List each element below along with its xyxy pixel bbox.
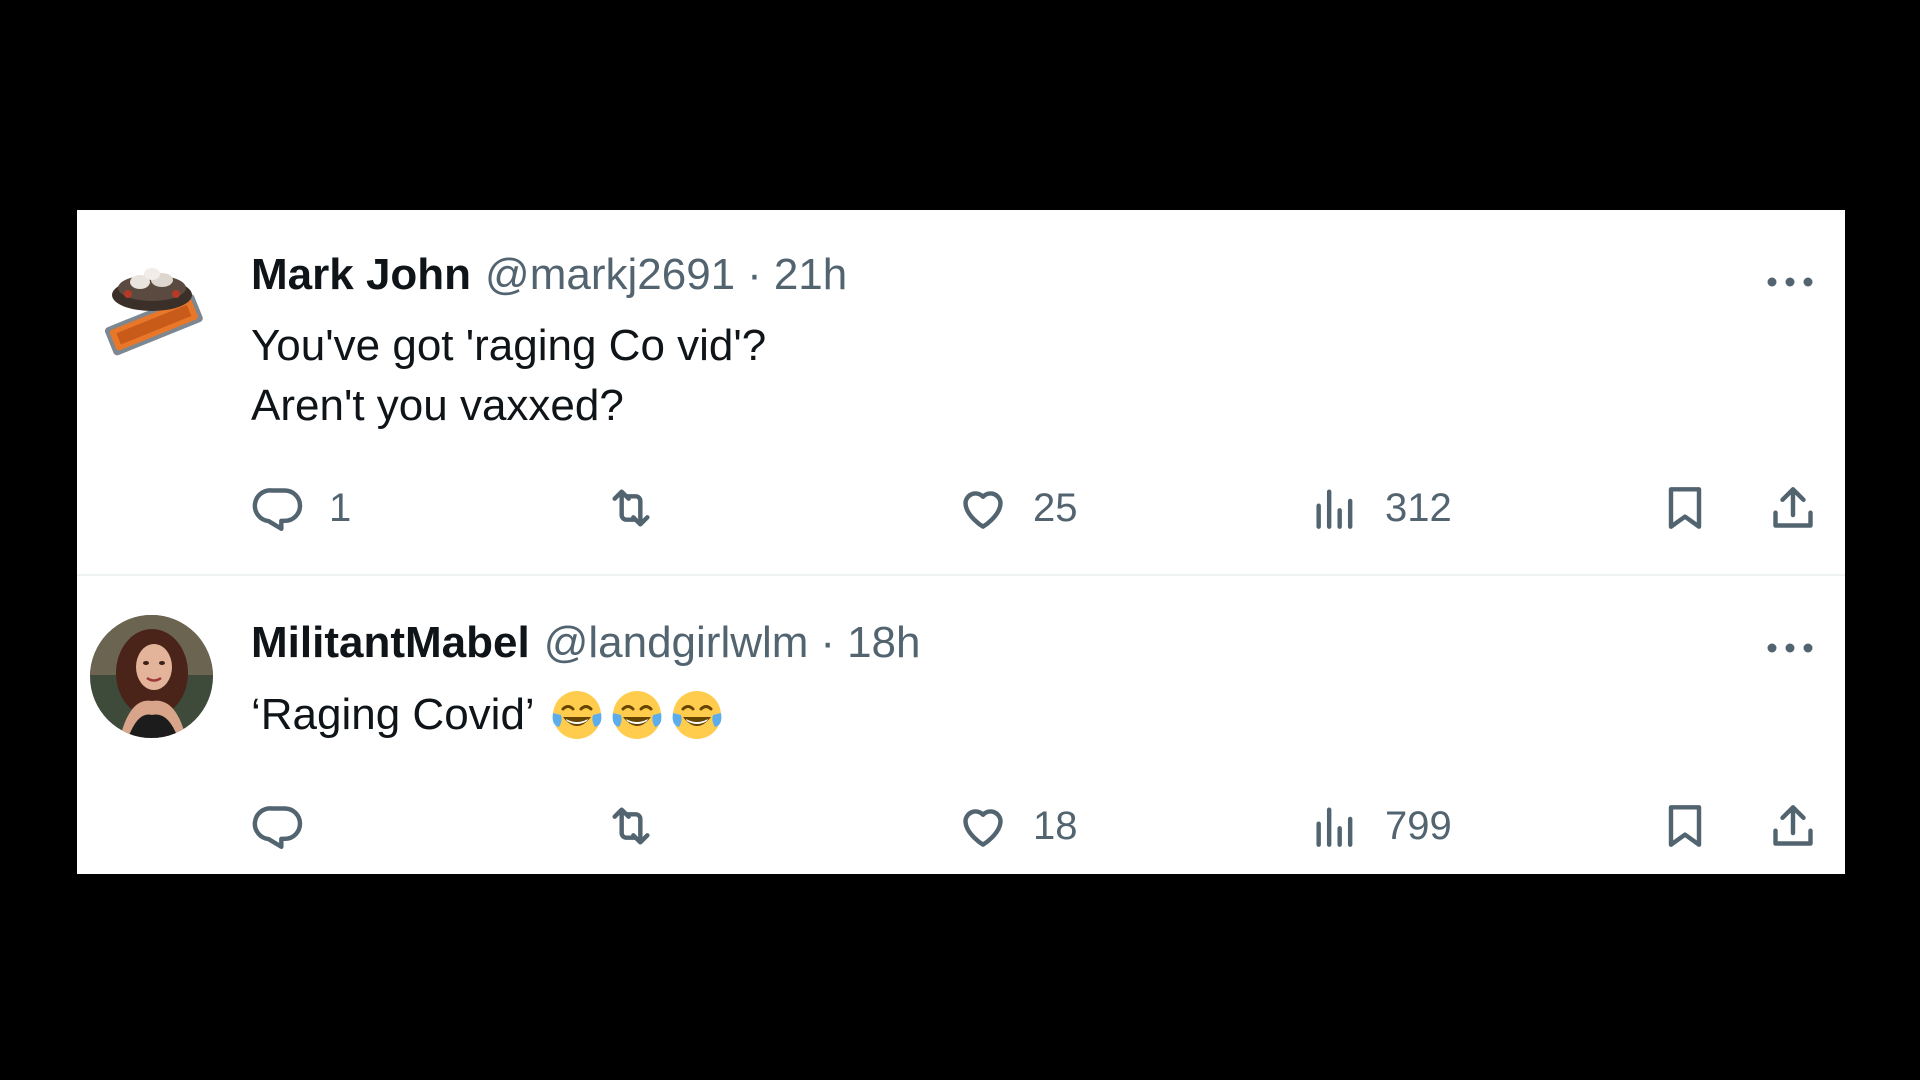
tears-of-joy-emoji-icon (612, 691, 662, 739)
repost-button[interactable] (603, 478, 681, 538)
bookmark-icon (1668, 805, 1702, 847)
tweet-header: Mark John @markj2691 · 21h (251, 250, 847, 306)
share-button[interactable] (1765, 478, 1821, 538)
author-handle[interactable]: @landgirlwlm (544, 618, 809, 668)
profile-photo-avatar-icon (90, 615, 213, 738)
action-bar: 1 25 312 (251, 478, 1813, 538)
tears-of-joy-emoji-icon (672, 691, 722, 739)
author-handle[interactable]: @markj2691 (485, 250, 735, 300)
like-count: 25 (1033, 485, 1078, 530)
reply-button[interactable]: 1 (251, 478, 351, 538)
repost-button[interactable] (603, 796, 681, 856)
reply-count: 1 (329, 485, 352, 530)
tweet-text: You've got 'raging Co vid'? Aren't you v… (251, 321, 767, 430)
timestamp[interactable]: 21h (774, 250, 847, 300)
views-count: 312 (1385, 485, 1452, 530)
bookmark-button[interactable] (1657, 796, 1713, 856)
like-button[interactable]: 18 (955, 796, 1078, 856)
tweet-body: ‘Raging Covid’ (251, 685, 725, 745)
views-icon (1316, 489, 1353, 529)
views-button[interactable]: 312 (1307, 478, 1452, 538)
tweet-text: ‘Raging Covid’ (251, 690, 535, 739)
timestamp[interactable]: 18h (847, 618, 920, 668)
reply-button[interactable] (251, 796, 329, 856)
like-button[interactable]: 25 (955, 478, 1078, 538)
heart-icon (963, 809, 1003, 847)
views-button[interactable]: 799 (1307, 796, 1452, 856)
reply-icon (252, 806, 303, 849)
avatar[interactable] (90, 250, 213, 373)
author-name[interactable]: MilitantMabel (251, 618, 530, 668)
repost-icon (612, 807, 650, 845)
heart-icon (963, 491, 1003, 529)
views-icon (1316, 807, 1353, 847)
like-count: 18 (1033, 803, 1078, 848)
more-icon[interactable] (1765, 638, 1815, 658)
separator: · (820, 618, 836, 667)
tweet-header: MilitantMabel @landgirlwlm · 18h (251, 618, 921, 674)
repost-icon (612, 489, 650, 527)
more-icon[interactable] (1765, 272, 1815, 292)
emoji-group (549, 687, 725, 743)
reply-icon (252, 488, 303, 531)
tears-of-joy-emoji-icon (552, 691, 602, 739)
avatar[interactable] (90, 615, 213, 738)
share-button[interactable] (1765, 796, 1821, 856)
action-bar: 18 799 (251, 796, 1813, 856)
tweet[interactable]: MilitantMabel @landgirlwlm · 18h ‘Raging… (77, 576, 1845, 874)
share-icon (1773, 805, 1813, 846)
separator: · (747, 250, 762, 299)
share-icon (1773, 487, 1813, 528)
bookmark-icon (1668, 487, 1702, 529)
tweet-thread: Mark John @markj2691 · 21h You've got 'r… (77, 210, 1845, 874)
cake-logo-avatar-icon (90, 250, 213, 373)
views-count: 799 (1385, 803, 1452, 848)
tweet[interactable]: Mark John @markj2691 · 21h You've got 'r… (77, 210, 1845, 576)
author-name[interactable]: Mark John (251, 250, 471, 300)
bookmark-button[interactable] (1657, 478, 1713, 538)
